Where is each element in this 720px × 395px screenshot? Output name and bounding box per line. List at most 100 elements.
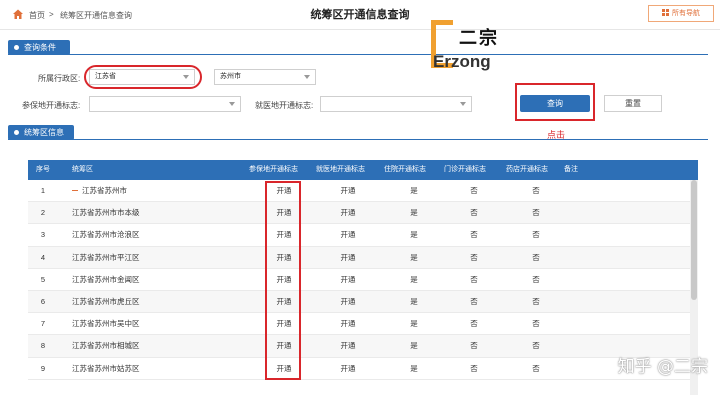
grid-icon bbox=[662, 9, 669, 16]
bullet-icon bbox=[14, 45, 19, 50]
query-section-divider bbox=[8, 54, 708, 55]
cell-name: 江苏省苏州市姑苏区 bbox=[72, 363, 140, 373]
cell-note bbox=[564, 180, 624, 202]
cell-pharmacy: 否 bbox=[532, 230, 540, 240]
query-section-header: 查询条件 bbox=[8, 40, 70, 55]
header-outpatient: 门诊开通标志 bbox=[444, 166, 486, 173]
chevron-down-icon bbox=[460, 102, 466, 106]
cell-no: 2 bbox=[40, 208, 46, 218]
region-label: 所属行政区: bbox=[38, 74, 81, 83]
cell-name: 江苏省苏州市平江区 bbox=[72, 252, 140, 262]
cell-inpatient: 是 bbox=[410, 252, 418, 262]
reset-button[interactable]: 重置 bbox=[604, 95, 662, 112]
all-navigation-label: 所有导航 bbox=[672, 10, 700, 17]
cell-name: 江苏省苏州市沧浪区 bbox=[72, 230, 140, 240]
cell-name: 江苏省苏州市相城区 bbox=[72, 341, 140, 351]
cell-inpatient: 是 bbox=[410, 319, 418, 329]
cell-outpatient: 否 bbox=[470, 208, 478, 218]
cell-no: 4 bbox=[40, 252, 46, 262]
table-row[interactable]: 2 江苏省苏州市市本级 开通 开通是否否 bbox=[28, 202, 690, 225]
cell-medical: 开通 bbox=[340, 252, 356, 262]
cell-inpatient: 是 bbox=[410, 274, 418, 284]
cell-medical: 开通 bbox=[340, 363, 356, 373]
cell-outpatient: 否 bbox=[470, 230, 478, 240]
cell-note bbox=[564, 224, 624, 246]
cell-outpatient: 否 bbox=[470, 252, 478, 262]
results-table: 序号 统筹区 参保地开通标志 就医地开通标志 住院开通标志 门诊开通标志 药店开… bbox=[28, 160, 698, 395]
cell-note bbox=[564, 291, 624, 313]
query-section-title: 查询条件 bbox=[24, 43, 56, 52]
all-navigation-button[interactable]: 所有导航 bbox=[648, 5, 714, 22]
cell-outpatient: 否 bbox=[470, 319, 478, 329]
cell-note bbox=[564, 247, 624, 269]
collapse-icon[interactable] bbox=[72, 189, 78, 191]
cell-outpatient: 否 bbox=[470, 363, 478, 373]
medical-flag-select[interactable] bbox=[320, 96, 472, 112]
cell-pharmacy: 否 bbox=[532, 208, 540, 218]
cell-inpatient: 是 bbox=[410, 230, 418, 240]
cell-name: 江苏省苏州市金阊区 bbox=[72, 274, 140, 284]
cell-medical: 开通 bbox=[340, 319, 356, 329]
cell-medical: 开通 bbox=[340, 341, 356, 351]
cell-medical: 开通 bbox=[340, 208, 356, 218]
cell-outpatient: 否 bbox=[470, 296, 478, 306]
table-row[interactable]: 8 江苏省苏州市相城区 开通 开通是否否 bbox=[28, 335, 690, 358]
result-section-header: 统筹区信息 bbox=[8, 125, 74, 140]
result-section-title: 统筹区信息 bbox=[24, 128, 64, 137]
insured-flag-select[interactable] bbox=[89, 96, 241, 112]
cell-no: 5 bbox=[40, 274, 46, 284]
insured-flag-label: 参保地开通标志: bbox=[22, 101, 81, 110]
cell-note bbox=[564, 335, 624, 357]
table-row[interactable]: 1 江苏省苏州市 开通 开通是否否 bbox=[28, 180, 690, 203]
cell-no: 1 bbox=[40, 186, 46, 195]
cell-pharmacy: 否 bbox=[532, 319, 540, 329]
cell-note bbox=[564, 358, 624, 380]
cell-outpatient: 否 bbox=[470, 186, 478, 195]
cell-medical: 开通 bbox=[340, 296, 356, 306]
insured-column-highlight bbox=[265, 181, 301, 380]
table-row[interactable]: 4 江苏省苏州市平江区 开通 开通是否否 bbox=[28, 246, 690, 269]
table-row[interactable]: 6 江苏省苏州市虎丘区 开通 开通是否否 bbox=[28, 290, 690, 314]
cell-pharmacy: 否 bbox=[532, 296, 540, 306]
cell-no: 8 bbox=[40, 341, 46, 351]
erzong-logo: 二宗 Erzong bbox=[431, 20, 513, 76]
cell-name: 江苏省苏州市市本级 bbox=[72, 208, 140, 218]
bullet-icon bbox=[14, 130, 19, 135]
header-note: 备注 bbox=[564, 166, 578, 173]
cell-inpatient: 是 bbox=[410, 341, 418, 351]
zhihu-watermark: 知乎 @二宗 bbox=[617, 357, 708, 377]
cell-medical: 开通 bbox=[340, 186, 356, 195]
header-medical: 就医地开通标志 bbox=[316, 166, 365, 173]
cell-inpatient: 是 bbox=[410, 296, 418, 306]
table-row[interactable]: 9 江苏省苏州市姑苏区 开通 开通是否否 bbox=[28, 357, 690, 380]
cell-no: 7 bbox=[40, 319, 46, 329]
scrollbar-thumb[interactable] bbox=[691, 180, 697, 300]
table-row[interactable]: 5 江苏省苏州市金阊区 开通 开通是否否 bbox=[28, 268, 690, 291]
table-row[interactable]: 7 江苏省苏州市吴中区 开通 开通是否否 bbox=[28, 313, 690, 336]
cell-name: 江苏省苏州市 bbox=[72, 180, 242, 202]
cell-medical: 开通 bbox=[340, 274, 356, 284]
table-header: 序号 统筹区 参保地开通标志 就医地开通标志 住院开通标志 门诊开通标志 药店开… bbox=[28, 160, 698, 180]
header-no: 序号 bbox=[36, 166, 50, 173]
logo-cn: 二宗 bbox=[459, 28, 499, 48]
cell-outpatient: 否 bbox=[470, 274, 478, 284]
cell-name: 江苏省苏州市虎丘区 bbox=[72, 296, 140, 306]
chevron-down-icon bbox=[304, 75, 310, 79]
cell-no: 9 bbox=[40, 363, 46, 373]
cell-note bbox=[564, 202, 624, 224]
cell-inpatient: 是 bbox=[410, 208, 418, 218]
medical-flag-label: 就医地开通标志: bbox=[255, 101, 314, 110]
table-row[interactable]: 3 江苏省苏州市沧浪区 开通 开通是否否 bbox=[28, 224, 690, 247]
cell-no: 3 bbox=[40, 230, 46, 240]
cell-pharmacy: 否 bbox=[532, 186, 540, 195]
cell-inpatient: 是 bbox=[410, 186, 418, 195]
header-name: 统筹区 bbox=[72, 166, 93, 173]
cell-note bbox=[564, 269, 624, 291]
city-select[interactable]: 苏州市 bbox=[214, 69, 316, 85]
cell-inpatient: 是 bbox=[410, 363, 418, 373]
top-bar: 首页 > 统筹区开通信息查询 统筹区开通信息查询 所有导航 bbox=[0, 0, 720, 30]
page-title: 统筹区开通信息查询 bbox=[310, 9, 410, 21]
table-body: 1 江苏省苏州市 开通 开通是否否 2 江苏省苏州市市本级 开通 开通是否否 3 江苏省苏州市沧浪… bbox=[28, 180, 690, 380]
city-value: 苏州市 bbox=[220, 73, 241, 80]
cell-pharmacy: 否 bbox=[532, 274, 540, 284]
